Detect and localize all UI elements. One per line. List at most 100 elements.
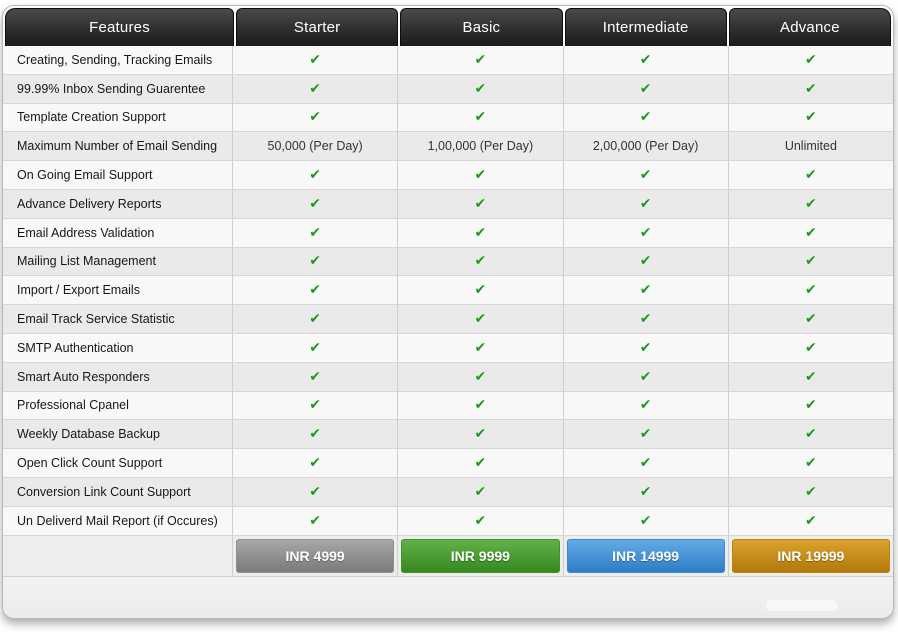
feature-label: Conversion Link Count Support xyxy=(3,478,232,506)
check-icon: ✔ xyxy=(563,248,728,276)
price-row-empty-cell xyxy=(3,536,232,576)
check-icon: ✔ xyxy=(397,161,562,189)
check-icon: ✔ xyxy=(728,104,893,132)
feature-label: Open Click Count Support xyxy=(3,449,232,477)
table-header: Features Starter Basic Intermediate Adva… xyxy=(3,6,893,46)
table-row: Weekly Database Backup✔✔✔✔ xyxy=(3,420,893,449)
check-icon: ✔ xyxy=(728,305,893,333)
plan-value: 50,000 (Per Day) xyxy=(232,132,397,160)
check-icon: ✔ xyxy=(232,334,397,362)
check-icon: ✔ xyxy=(563,104,728,132)
feature-label: 99.99% Inbox Sending Guarentee xyxy=(3,75,232,103)
check-icon: ✔ xyxy=(232,161,397,189)
check-icon: ✔ xyxy=(563,276,728,304)
check-icon: ✔ xyxy=(728,449,893,477)
check-icon: ✔ xyxy=(563,420,728,448)
check-icon: ✔ xyxy=(232,190,397,218)
check-icon: ✔ xyxy=(563,305,728,333)
table-row: Import / Export Emails✔✔✔✔ xyxy=(3,276,893,305)
price-cell-intermediate: INR 14999 xyxy=(563,536,728,576)
check-icon: ✔ xyxy=(232,75,397,103)
check-icon: ✔ xyxy=(728,507,893,535)
feature-label: Weekly Database Backup xyxy=(3,420,232,448)
header-basic: Basic xyxy=(400,8,562,46)
check-icon: ✔ xyxy=(397,363,562,391)
feature-label: SMTP Authentication xyxy=(3,334,232,362)
check-icon: ✔ xyxy=(563,161,728,189)
check-icon: ✔ xyxy=(728,190,893,218)
check-icon: ✔ xyxy=(728,219,893,247)
check-icon: ✔ xyxy=(397,276,562,304)
table-row: 99.99% Inbox Sending Guarentee✔✔✔✔ xyxy=(3,75,893,104)
check-icon: ✔ xyxy=(232,363,397,391)
check-icon: ✔ xyxy=(728,478,893,506)
table-row: SMTP Authentication✔✔✔✔ xyxy=(3,334,893,363)
table-footer xyxy=(3,577,893,619)
check-icon: ✔ xyxy=(563,190,728,218)
check-icon: ✔ xyxy=(397,75,562,103)
table-row: Maximum Number of Email Sending50,000 (P… xyxy=(3,132,893,161)
check-icon: ✔ xyxy=(563,46,728,74)
check-icon: ✔ xyxy=(563,363,728,391)
price-row: INR 4999 INR 9999 INR 14999 INR 19999 xyxy=(3,536,893,577)
check-icon: ✔ xyxy=(397,420,562,448)
feature-label: Advance Delivery Reports xyxy=(3,190,232,218)
check-icon: ✔ xyxy=(397,190,562,218)
feature-label: Un Deliverd Mail Report (if Occures) xyxy=(3,507,232,535)
check-icon: ✔ xyxy=(397,449,562,477)
header-intermediate: Intermediate xyxy=(565,8,727,46)
feature-label: Smart Auto Responders xyxy=(3,363,232,391)
price-button-basic[interactable]: INR 9999 xyxy=(401,539,559,573)
table-row: Un Deliverd Mail Report (if Occures)✔✔✔✔ xyxy=(3,507,893,536)
table-row: Advance Delivery Reports✔✔✔✔ xyxy=(3,190,893,219)
watermark xyxy=(766,600,838,611)
check-icon: ✔ xyxy=(397,219,562,247)
check-icon: ✔ xyxy=(728,392,893,420)
check-icon: ✔ xyxy=(397,334,562,362)
check-icon: ✔ xyxy=(563,75,728,103)
check-icon: ✔ xyxy=(232,248,397,276)
check-icon: ✔ xyxy=(728,334,893,362)
plan-value: 2,00,000 (Per Day) xyxy=(563,132,728,160)
check-icon: ✔ xyxy=(728,248,893,276)
table-row: Smart Auto Responders✔✔✔✔ xyxy=(3,363,893,392)
price-cell-advance: INR 19999 xyxy=(728,536,893,576)
table-row: Creating, Sending, Tracking Emails✔✔✔✔ xyxy=(3,46,893,75)
feature-rows: Creating, Sending, Tracking Emails✔✔✔✔99… xyxy=(3,46,893,536)
pricing-table-panel: Features Starter Basic Intermediate Adva… xyxy=(2,5,894,619)
check-icon: ✔ xyxy=(397,104,562,132)
price-button-starter[interactable]: INR 4999 xyxy=(236,539,394,573)
check-icon: ✔ xyxy=(397,507,562,535)
check-icon: ✔ xyxy=(397,46,562,74)
feature-label: Email Address Validation xyxy=(3,219,232,247)
check-icon: ✔ xyxy=(728,363,893,391)
check-icon: ✔ xyxy=(397,305,562,333)
check-icon: ✔ xyxy=(232,276,397,304)
check-icon: ✔ xyxy=(397,478,562,506)
table-row: Template Creation Support✔✔✔✔ xyxy=(3,104,893,133)
check-icon: ✔ xyxy=(232,104,397,132)
price-cell-starter: INR 4999 xyxy=(232,536,397,576)
table-row: Professional Cpanel✔✔✔✔ xyxy=(3,392,893,421)
check-icon: ✔ xyxy=(232,420,397,448)
check-icon: ✔ xyxy=(232,46,397,74)
check-icon: ✔ xyxy=(728,46,893,74)
check-icon: ✔ xyxy=(563,507,728,535)
feature-label: Import / Export Emails xyxy=(3,276,232,304)
check-icon: ✔ xyxy=(232,507,397,535)
check-icon: ✔ xyxy=(232,392,397,420)
price-button-advance[interactable]: INR 19999 xyxy=(732,539,890,573)
header-starter: Starter xyxy=(236,8,398,46)
table-row: Conversion Link Count Support✔✔✔✔ xyxy=(3,478,893,507)
header-features: Features xyxy=(5,8,234,46)
table-row: Email Track Service Statistic✔✔✔✔ xyxy=(3,305,893,334)
check-icon: ✔ xyxy=(728,420,893,448)
check-icon: ✔ xyxy=(728,276,893,304)
plan-value: 1,00,000 (Per Day) xyxy=(397,132,562,160)
feature-label: Creating, Sending, Tracking Emails xyxy=(3,46,232,74)
header-advance: Advance xyxy=(729,8,891,46)
plan-value: Unlimited xyxy=(728,132,893,160)
pricing-page: Features Starter Basic Intermediate Adva… xyxy=(0,0,898,632)
price-button-intermediate[interactable]: INR 14999 xyxy=(567,539,725,573)
check-icon: ✔ xyxy=(563,334,728,362)
